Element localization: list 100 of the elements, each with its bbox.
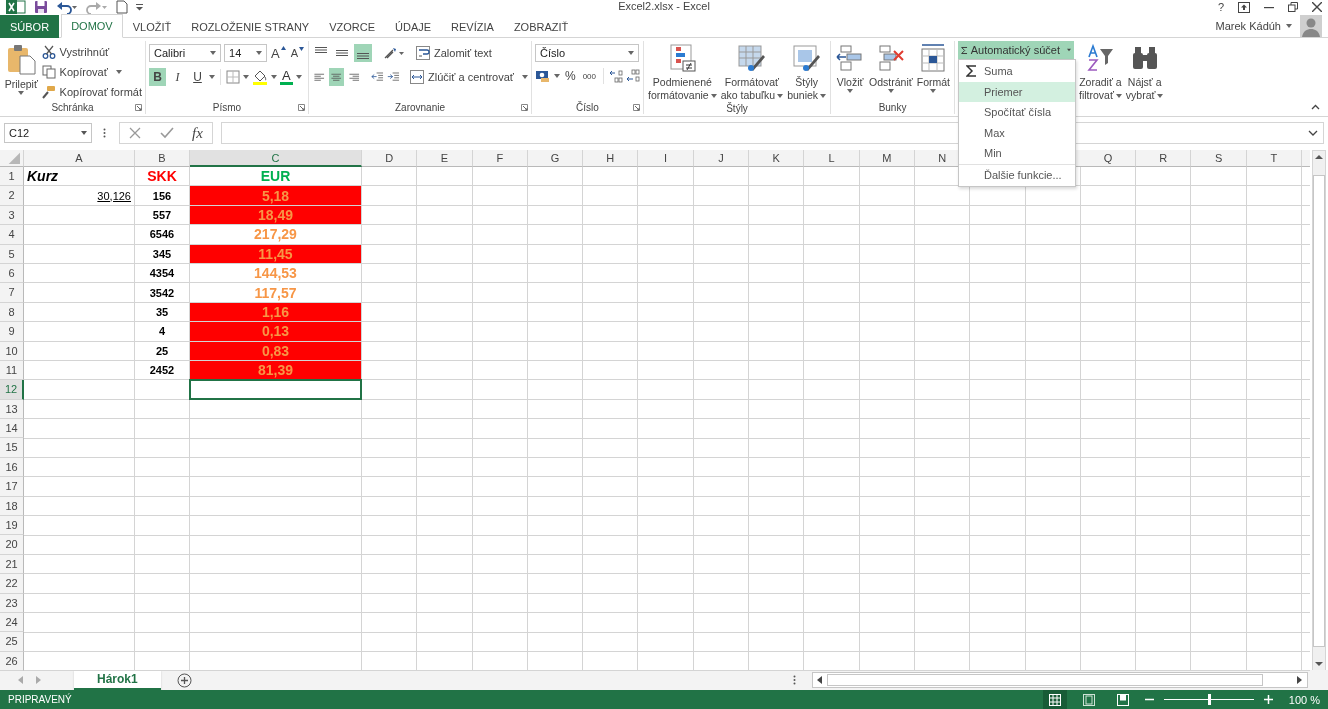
file-tab[interactable]: SÚBOR: [0, 15, 60, 38]
grow-font-button[interactable]: A: [270, 45, 287, 61]
dialog-launcher-icon[interactable]: [135, 104, 142, 111]
scroll-down-icon[interactable]: [1315, 661, 1323, 667]
menu-item[interactable]: Spočítať čísla: [959, 102, 1075, 123]
format-as-table-button[interactable]: Formátovať ako tabuľku: [719, 41, 785, 102]
row-header[interactable]: 18: [0, 496, 24, 517]
scroll-right-icon[interactable]: [1297, 676, 1303, 684]
caret-icon[interactable]: [295, 75, 302, 79]
more-icon[interactable]: [793, 675, 796, 685]
save-icon[interactable]: [34, 0, 48, 14]
accounting-format-icon[interactable]: [535, 69, 551, 83]
fill-color-icon[interactable]: [252, 69, 268, 85]
dialog-launcher-icon[interactable]: [633, 104, 640, 111]
decrease-decimal-icon[interactable]: [626, 69, 641, 83]
dialog-launcher-icon[interactable]: [521, 104, 528, 111]
add-sheet-icon[interactable]: [176, 672, 192, 688]
horizontal-scrollbar[interactable]: [812, 672, 1308, 688]
insert-button[interactable]: Vložiť: [834, 41, 867, 100]
font-color-button[interactable]: A: [280, 69, 293, 85]
scroll-thumb[interactable]: [1313, 174, 1325, 647]
row-header[interactable]: 21: [0, 554, 24, 575]
autosum-button[interactable]: Automatický súčet: [958, 41, 1074, 59]
insert-function-button[interactable]: fx: [191, 124, 203, 142]
sheet-tab[interactable]: Hárok1: [74, 670, 161, 690]
increase-decimal-icon[interactable]: [609, 69, 624, 83]
collapse-ribbon-icon[interactable]: [1311, 104, 1320, 110]
ribbon-tab[interactable]: DOMOV: [61, 14, 123, 38]
underline-button[interactable]: U: [189, 68, 206, 86]
cut-button[interactable]: Vystrihnúť: [41, 43, 142, 60]
row-header[interactable]: 11: [0, 360, 24, 381]
caret-icon[interactable]: [554, 74, 560, 78]
row-header[interactable]: 7: [0, 283, 24, 303]
ribbon-tab[interactable]: ÚDAJE: [385, 15, 442, 38]
caret-icon[interactable]: [1286, 23, 1292, 28]
cancel-icon[interactable]: [129, 127, 142, 139]
caret-icon[interactable]: [271, 75, 277, 79]
percent-button[interactable]: %: [563, 69, 578, 83]
customize-caret-icon[interactable]: [136, 3, 143, 11]
orientation-icon[interactable]: [383, 46, 405, 60]
row-header[interactable]: 13: [0, 399, 24, 420]
active-cell[interactable]: [189, 379, 362, 400]
paste-button[interactable]: Prilepiť: [3, 41, 40, 100]
help-button[interactable]: ?: [1217, 1, 1224, 13]
menu-item[interactable]: Suma: [959, 61, 1075, 82]
format-button[interactable]: Formát: [915, 41, 951, 100]
zoom-in-icon[interactable]: [1263, 695, 1273, 704]
row-header[interactable]: 5: [0, 244, 24, 264]
undo-icon[interactable]: [56, 0, 78, 14]
shrink-font-button[interactable]: A: [289, 47, 305, 59]
row-header[interactable]: 3: [0, 205, 24, 226]
slider-thumb[interactable]: [1207, 694, 1211, 705]
ribbon-tab[interactable]: ROZLOŽENIE STRANY: [181, 15, 320, 38]
copy-button[interactable]: Kopírovať: [41, 63, 142, 80]
row-header[interactable]: 14: [0, 419, 24, 439]
wrap-text-button[interactable]: Zalomiť text: [416, 44, 492, 62]
conditional-formatting-button[interactable]: Podmienené formátovanie: [647, 41, 718, 102]
delete-button[interactable]: Odstrániť: [868, 41, 914, 100]
row-header[interactable]: 4: [0, 225, 24, 245]
row-header[interactable]: 12: [0, 380, 24, 400]
scroll-thumb[interactable]: [827, 674, 1263, 686]
ribbon-tab[interactable]: VZORCE: [319, 15, 385, 38]
row-header[interactable]: 23: [0, 593, 24, 613]
row-header[interactable]: 8: [0, 302, 24, 323]
bold-button[interactable]: B: [149, 68, 166, 86]
format-painter-button[interactable]: Kopírovať formát: [41, 83, 142, 100]
user-name[interactable]: Marek Kádúh: [1215, 19, 1281, 32]
find-select-button[interactable]: Nájsť a vybrať: [1124, 41, 1165, 114]
ribbon-tab[interactable]: REVÍZIA: [441, 15, 504, 38]
row-header[interactable]: 24: [0, 613, 24, 633]
vertical-scrollbar[interactable]: [1312, 150, 1326, 671]
caret-icon[interactable]: [243, 75, 249, 79]
row-header[interactable]: 6: [0, 263, 24, 284]
new-document-icon[interactable]: [116, 0, 128, 14]
row-header[interactable]: 9: [0, 322, 24, 342]
vertical-align-icon[interactable]: [354, 44, 372, 62]
decrease-indent-icon[interactable]: [371, 70, 385, 84]
dialog-launcher-icon[interactable]: [298, 104, 305, 111]
ribbon-display-icon[interactable]: [1238, 1, 1250, 13]
more-icon[interactable]: [103, 128, 106, 138]
scroll-left-icon[interactable]: [817, 676, 823, 684]
increase-indent-icon[interactable]: [387, 70, 401, 84]
row-header[interactable]: 16: [0, 457, 24, 478]
menu-item[interactable]: Max: [959, 122, 1075, 143]
sort-filter-button[interactable]: Zoradiť a filtrovať: [1078, 41, 1123, 114]
ribbon-tab[interactable]: ZOBRAZIŤ: [503, 15, 579, 38]
row-header[interactable]: 15: [0, 438, 24, 458]
formula-input[interactable]: [221, 122, 1324, 144]
merge-center-button[interactable]: Zlúčiť a centrovať: [410, 68, 528, 86]
row-header[interactable]: 1: [0, 167, 24, 187]
font-family-field[interactable]: Calibri: [149, 44, 222, 62]
name-box[interactable]: C12: [4, 123, 92, 143]
ribbon-tab[interactable]: VLOŽIŤ: [122, 15, 182, 38]
row-header[interactable]: 2: [0, 186, 24, 206]
menu-item[interactable]: Priemer: [959, 81, 1075, 102]
row-header[interactable]: 20: [0, 535, 24, 555]
expand-icon[interactable]: [1308, 130, 1318, 136]
row-header[interactable]: 22: [0, 574, 24, 594]
zoom-level[interactable]: 100 %: [1288, 693, 1320, 706]
number-format-field[interactable]: Číslo: [535, 44, 639, 62]
